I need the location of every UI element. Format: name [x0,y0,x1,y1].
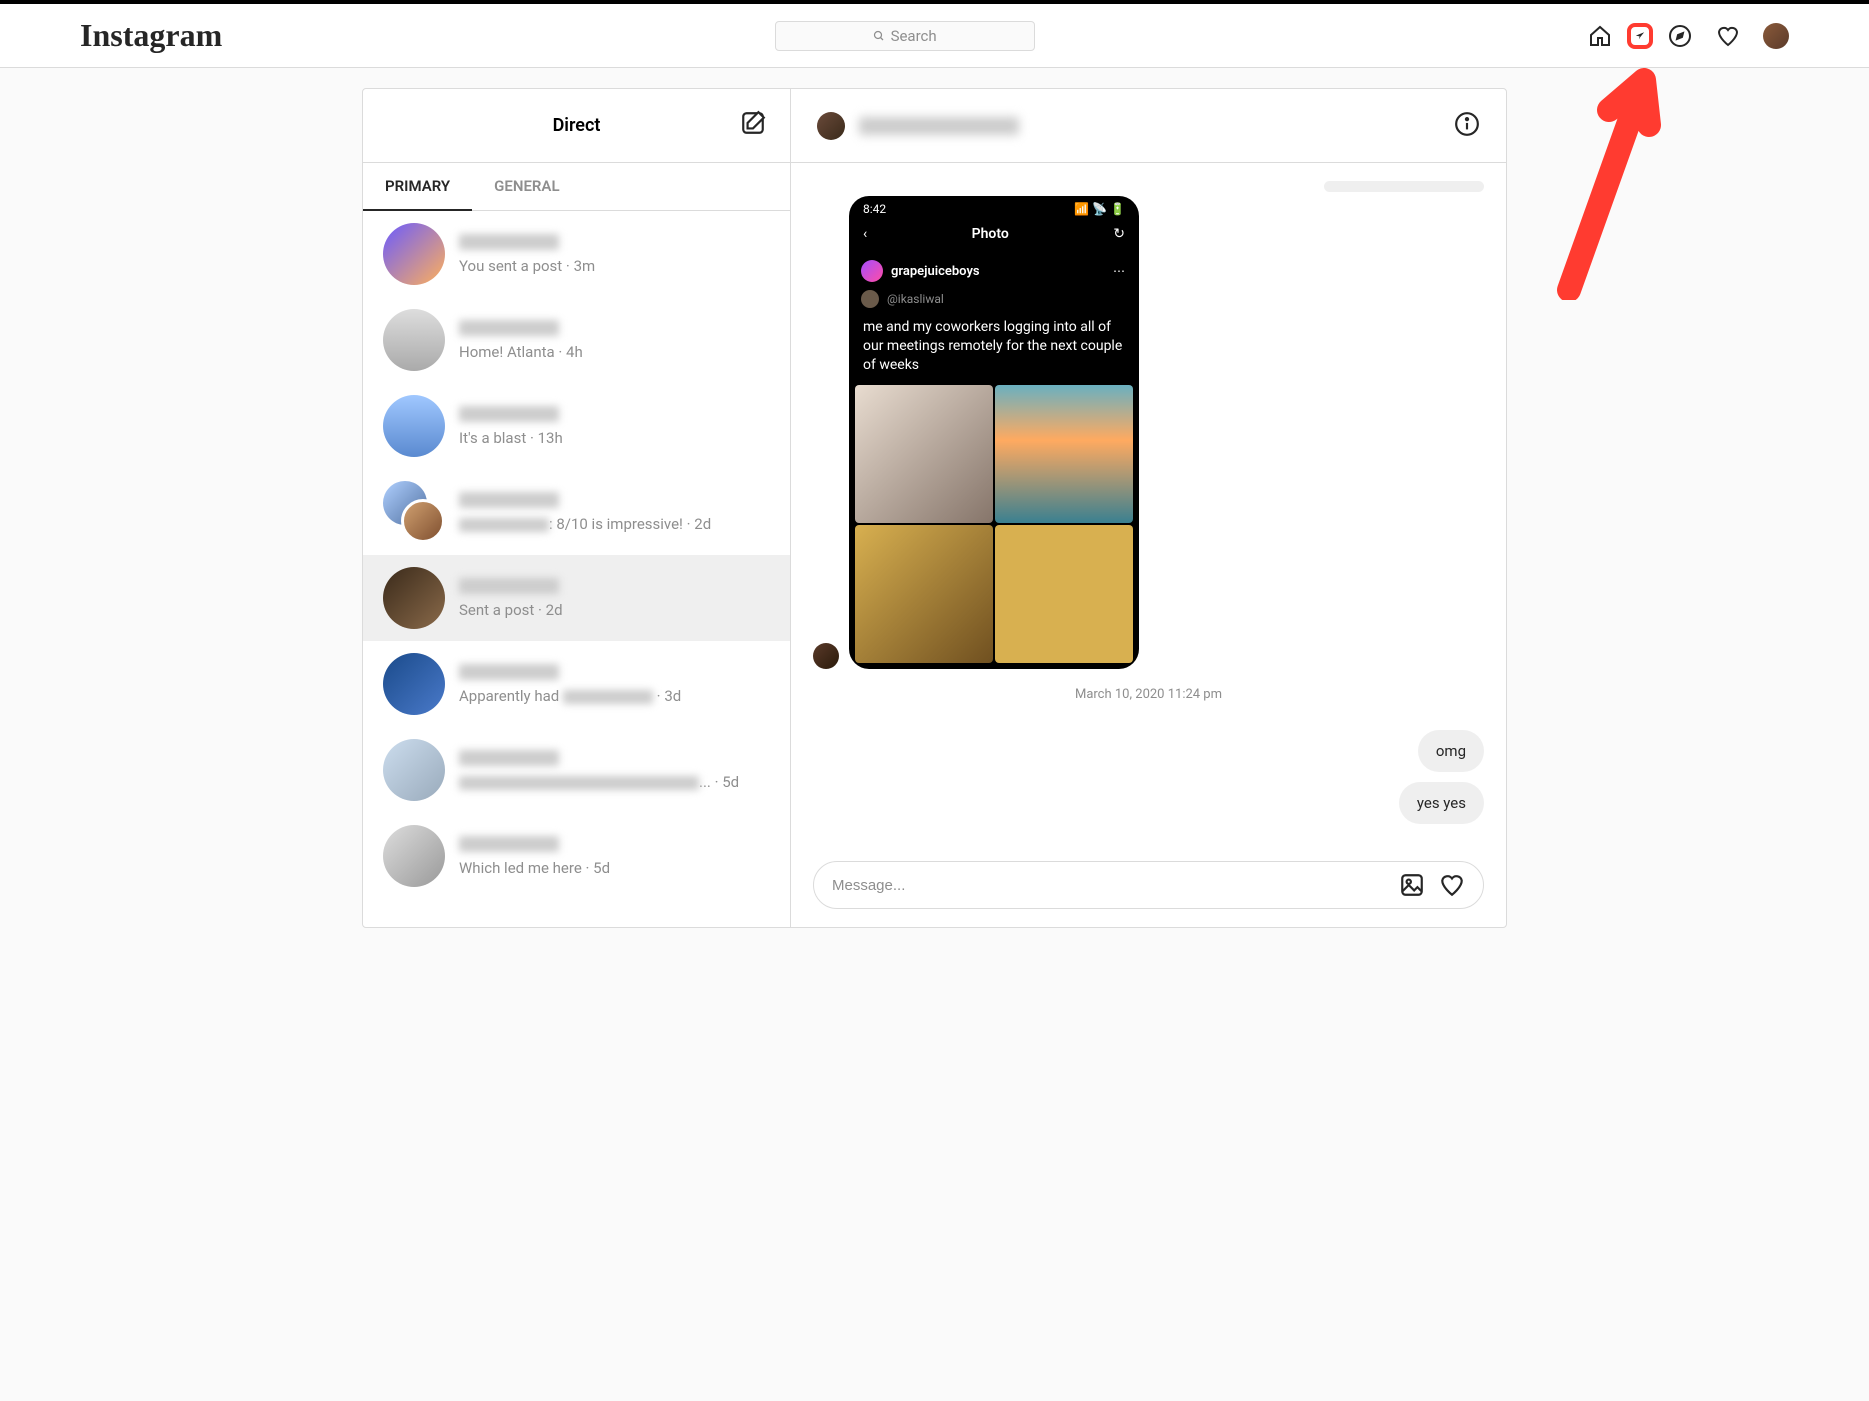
conversation-avatar [383,739,445,801]
phone-status-icons: 📶 📡 🔋 [1074,202,1125,216]
conversation-avatar [383,653,445,715]
sender-avatar[interactable] [813,643,839,669]
conversation-preview: It's a blast · 13h [459,429,563,447]
instagram-logo[interactable]: Instagram [80,17,222,54]
search-placeholder: Search [891,27,937,45]
conversation-preview: ... · 5d [459,773,739,791]
meme-tile [995,385,1133,523]
search-icon [873,30,885,42]
chat-header-name[interactable] [859,117,1019,135]
composer [791,842,1506,927]
conversation-item[interactable]: Which led me here · 5d [363,813,790,899]
conversation-avatar [383,825,445,887]
phone-card[interactable]: 8:42 📶 📡 🔋 ‹ Photo ↻ grapejuiceboys ⋯ [849,196,1139,669]
conversation-list: You sent a post · 3m Home! Atlanta · 4h It… [363,211,790,927]
refresh-icon: ↻ [1113,226,1125,242]
sent-message: yes yes [1399,782,1484,824]
sub-avatar [861,290,879,308]
conversation-item[interactable]: You sent a post · 3m [363,211,790,297]
phone-status-bar: 8:42 📶 📡 🔋 [849,196,1139,220]
message-input[interactable] [832,877,1385,894]
explore-icon[interactable] [1667,23,1693,49]
sidebar-title: Direct [553,115,601,136]
sent-message: omg [1418,730,1484,772]
sub-handle: @ikasliwal [887,292,944,306]
home-icon[interactable] [1587,23,1613,49]
meme-tile [995,525,1133,663]
activity-icon[interactable] [1715,23,1741,49]
nav-icons [1587,23,1789,49]
conversation-avatar [383,223,445,285]
more-icon: ⋯ [1113,264,1127,278]
shared-post: 8:42 📶 📡 🔋 ‹ Photo ↻ grapejuiceboys ⋯ [813,196,1484,669]
conversation-name [459,320,559,336]
tab-primary[interactable]: PRIMARY [363,163,472,211]
profile-avatar[interactable] [1763,23,1789,49]
poster-avatar [861,260,883,282]
chat-pane: 8:42 📶 📡 🔋 ‹ Photo ↻ grapejuiceboys ⋯ [791,89,1506,927]
conversation-item[interactable]: ... · 5d [363,727,790,813]
composer-row [813,861,1484,909]
conversation-avatar [383,567,445,629]
conversation-avatar [383,395,445,457]
search-input[interactable]: Search [775,21,1035,51]
conversation-preview: Home! Atlanta · 4h [459,343,583,361]
post-text: me and my coworkers logging into all of … [849,314,1139,385]
conversation-name [459,234,559,250]
conversation-name [459,578,559,594]
conversation-preview: You sent a post · 3m [459,257,595,275]
post-header: grapejuiceboys ⋯ [849,252,1139,290]
conversation-item[interactable]: Home! Atlanta · 4h [363,297,790,383]
messages-icon[interactable] [1627,23,1653,49]
messages: 8:42 📶 📡 🔋 ‹ Photo ↻ grapejuiceboys ⋯ [791,163,1506,842]
conversation-preview: : 8/10 is impressive! · 2d [459,515,711,533]
info-icon [1454,111,1480,137]
conversation-preview: Which led me here · 5d [459,859,610,877]
chat-header-avatar[interactable] [817,112,845,140]
top-nav: Instagram Search [0,4,1869,68]
post-image-grid [849,385,1139,669]
conversation-item[interactable]: Apparently had · 3d [363,641,790,727]
conversation-item[interactable]: It's a blast · 13h [363,383,790,469]
tab-general[interactable]: GENERAL [472,163,581,210]
inbox-tabs: PRIMARY GENERAL [363,163,790,211]
conversation-name [459,406,559,422]
conversation-name [459,664,559,680]
heart-icon[interactable] [1439,872,1465,898]
chat-header [791,89,1506,163]
phone-nav-title: Photo [972,226,1009,242]
conversation-avatar [383,481,445,543]
conversation-avatar [383,309,445,371]
sidebar: Direct PRIMARY GENERAL You sent a post ·… [363,89,791,927]
sidebar-header: Direct [363,89,790,163]
compose-icon [740,110,766,136]
conversation-item[interactable]: : 8/10 is impressive! · 2d [363,469,790,555]
meme-tile [855,525,993,663]
compose-button[interactable] [740,110,766,141]
conversation-item[interactable]: Sent a post · 2d [363,555,790,641]
main-container: Direct PRIMARY GENERAL You sent a post ·… [362,88,1507,928]
conversation-preview: Apparently had · 3d [459,687,681,705]
info-button[interactable] [1454,111,1480,141]
conversation-name [459,750,559,766]
photo-icon[interactable] [1399,872,1425,898]
conversation-name [459,492,559,508]
back-icon: ‹ [863,226,867,242]
poster-name: grapejuiceboys [891,264,980,279]
arrow-annotation [1549,60,1669,300]
prev-message-fragment [1324,181,1484,192]
post-sub: @ikasliwal [849,290,1139,314]
conversation-name [459,836,559,852]
phone-time: 8:42 [863,202,886,216]
phone-nav: ‹ Photo ↻ [849,220,1139,252]
meme-tile [855,385,993,523]
timestamp: March 10, 2020 11:24 pm [813,687,1484,702]
conversation-preview: Sent a post · 2d [459,601,563,619]
